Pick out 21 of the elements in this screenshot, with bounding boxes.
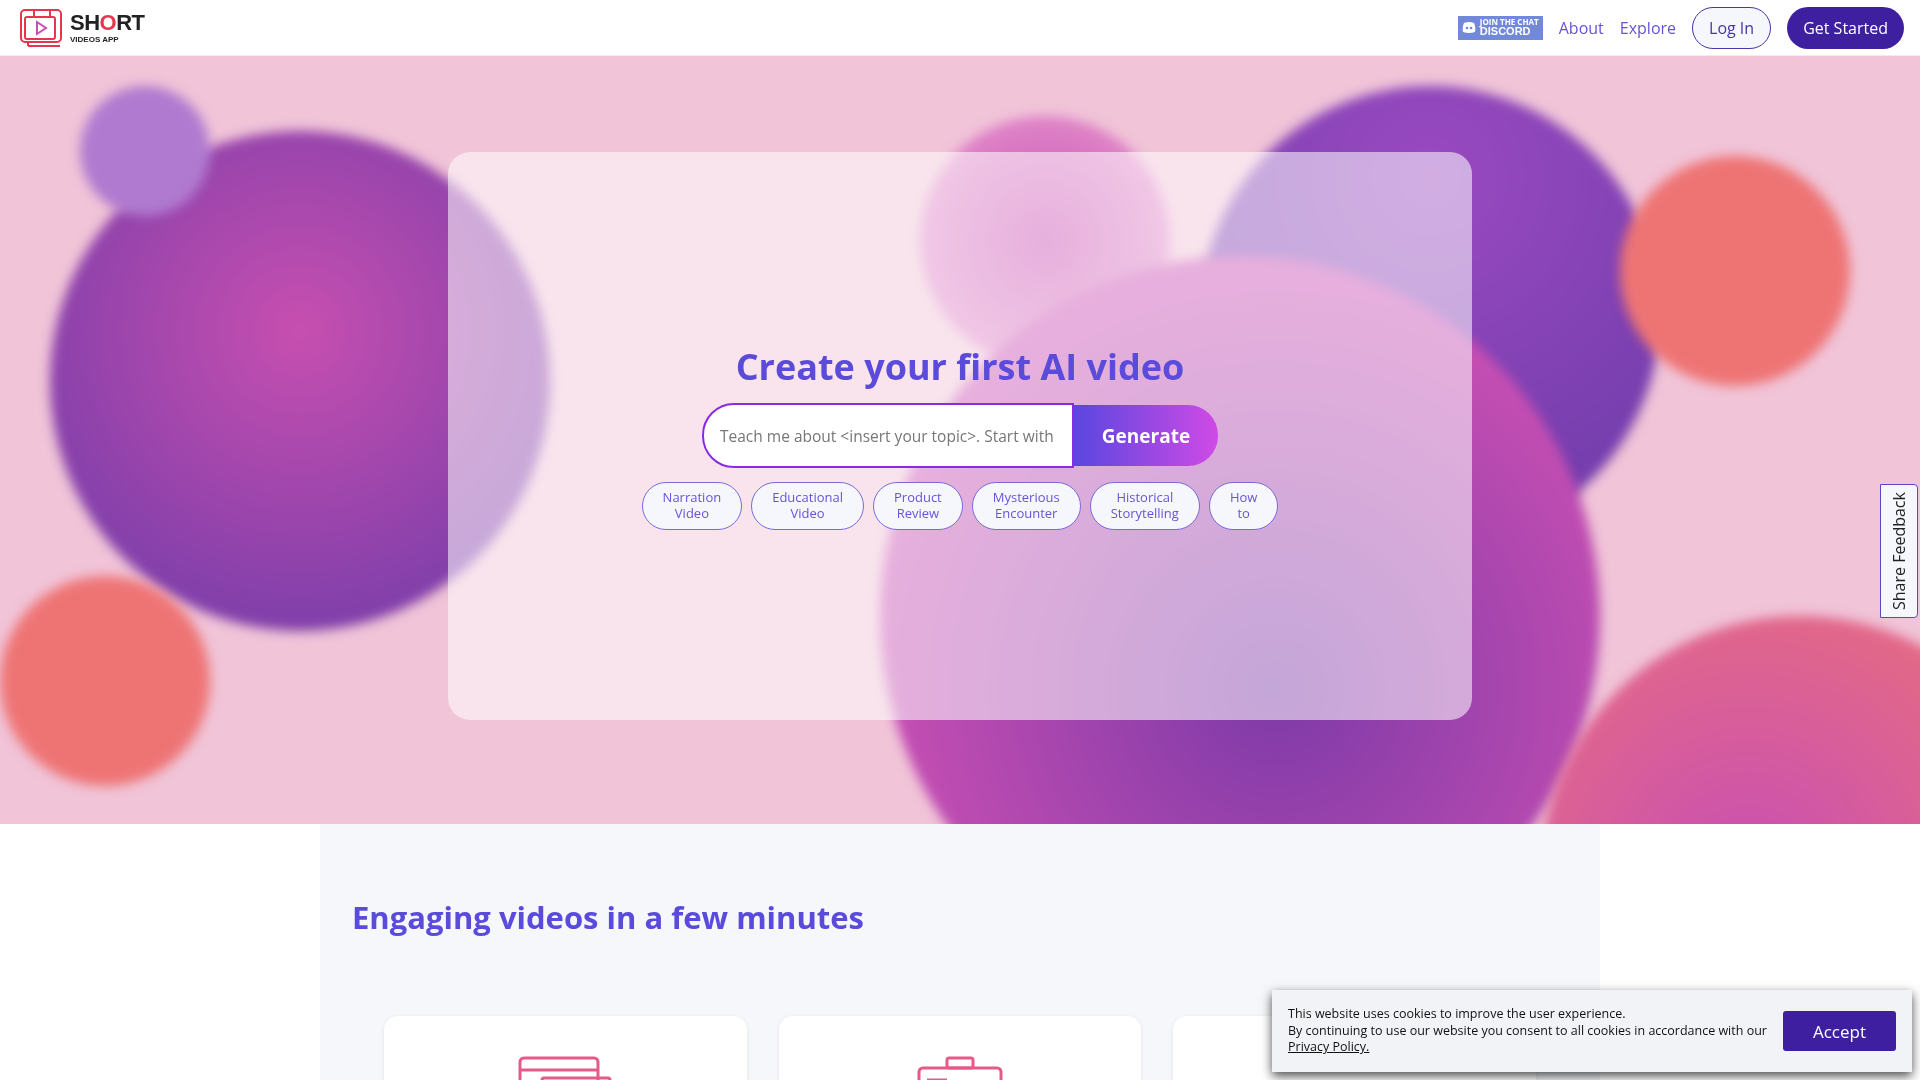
logo-icon (20, 8, 64, 47)
feedback-tab[interactable]: Share Feedback (1880, 484, 1918, 618)
cookie-message: This website uses cookies to improve the user experience. By continuing to use our website you consent to all cookies in accordance with our Privacy Policy. (1288, 1005, 1767, 1057)
template-chip[interactable]: Mysterious Encounter (971, 482, 1081, 530)
template-chip[interactable]: Educational Video (751, 482, 864, 530)
generate-button[interactable]: Generate (1074, 405, 1218, 467)
privacy-policy-link[interactable]: Privacy Policy. (1288, 1038, 1370, 1056)
nav-link[interactable]: Explore (1619, 16, 1677, 39)
logo-subtitle: VIDEOS APP (70, 35, 120, 44)
hero-title: Create your first AI video (735, 342, 1185, 392)
logo-title: SHORT (70, 11, 145, 34)
accept-button[interactable]: Accept (1783, 1011, 1896, 1051)
nav-link[interactable]: About (1558, 16, 1604, 39)
template-chip[interactable]: Narration Video (641, 482, 743, 530)
features-title: Engaging videos in a few minutes (352, 895, 865, 938)
discord-badge[interactable]: JOIN THE CHAT DISCORD (1457, 15, 1543, 40)
topic-input[interactable]: Teach me about <insert your topic>. Start with (702, 403, 1074, 469)
get-started-button[interactable]: Get Started (1787, 6, 1904, 49)
template-chip[interactable]: Product Review (873, 482, 963, 530)
template-chip[interactable]: Historical Storytelling (1089, 482, 1200, 530)
login-button[interactable]: Log In (1692, 6, 1772, 49)
